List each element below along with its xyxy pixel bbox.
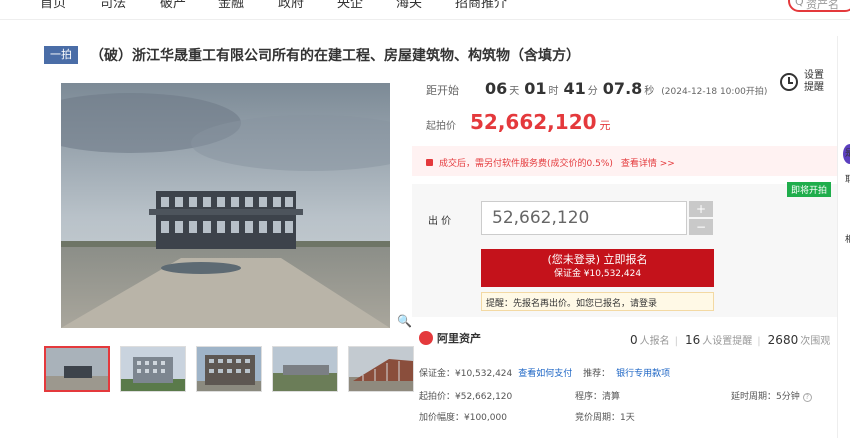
thumbnail-strip: [44, 346, 424, 392]
thumbnail[interactable]: [348, 346, 414, 392]
countdown-minutes-unit: 分: [587, 86, 598, 97]
login-hint: 提醒：先报名再出价。如您已报名，请登录: [481, 292, 714, 311]
nav-item-judicial[interactable]: 司法: [100, 0, 126, 11]
start-price: 起拍价 52,662,120 元: [426, 110, 611, 134]
view-count: 2680: [767, 333, 799, 347]
deposit-info: 保证金：¥10,532,424 查看如何支付 推荐： 银行专用款项: [419, 366, 670, 379]
recommend-label: 推荐：: [583, 369, 611, 379]
countdown-start-time: (2024-12-18 10:00开拍): [661, 87, 768, 97]
thumbnail[interactable]: [272, 346, 338, 392]
top-nav: 首页 司法 破产 金融 政府 央企 海关 招商推介 Q 资产名: [0, 0, 850, 20]
signup-count-label: 人报名: [639, 336, 670, 347]
alibaba-logo-icon: [419, 331, 433, 345]
auction-stats: 0 人报名 | 16 人设置提醒 | 2680 次围观: [630, 333, 831, 347]
countdown-hours: 01: [524, 79, 547, 98]
auction-title-row: 一拍 （破）浙江华晟重工有限公司所有的在建工程、房屋建筑物、构筑物（含填方）: [44, 46, 580, 64]
set-reminder-button[interactable]: 设置 提醒: [780, 70, 824, 94]
increase-bid-button[interactable]: +: [689, 201, 713, 217]
nav-item-investment[interactable]: 招商推介: [455, 0, 507, 11]
delay-info: 延时周期：5分钟?: [731, 389, 812, 402]
how-to-pay-link[interactable]: 查看如何支付: [518, 369, 572, 379]
start-price-unit: 元: [599, 119, 611, 132]
view-count-label: 次围观: [800, 336, 831, 347]
lock-icon: [426, 159, 433, 166]
bid-label: 出 价: [428, 216, 452, 227]
reminder-line1: 设置: [804, 70, 824, 81]
nav-item-home[interactable]: 首页: [40, 0, 66, 11]
search-icon: Q: [795, 0, 804, 8]
fee-notice-text: 成交后，需另付软件服务费(成交价的0.5%): [439, 159, 613, 169]
search-placeholder: 资产名: [806, 0, 839, 11]
procedure-info: 程序：清算: [575, 392, 621, 402]
search-input[interactable]: Q 资产名: [788, 0, 850, 12]
round-tag: 一拍: [44, 46, 78, 64]
countdown-minutes: 41: [563, 79, 586, 98]
platform-name: 阿里资产: [437, 332, 481, 345]
rail-char: 是: [845, 149, 850, 159]
nav-item-government[interactable]: 政府: [278, 0, 304, 11]
fee-notice: 成交后，需另付软件服务费(成交价的0.5%) 查看详情 >>: [412, 146, 837, 176]
start-price-label: 起拍价: [426, 121, 456, 132]
decrease-bid-button[interactable]: −: [689, 219, 713, 235]
rail-char: 相: [845, 235, 850, 245]
start-price-value: 52,662,120: [470, 110, 597, 134]
bid-panel: 即将开拍 出 价 52,662,120 + − (您未登录) 立即报名 保证金 …: [412, 182, 837, 317]
deposit-text: 保证金：¥10,532,424: [419, 369, 513, 379]
countdown-hours-unit: 时: [548, 86, 559, 97]
register-button[interactable]: (您未登录) 立即报名 保证金 ¥10,532,424: [481, 249, 714, 287]
thumbnail[interactable]: [120, 346, 186, 392]
delay-text: 延时周期：5分钟: [731, 392, 800, 402]
reminder-count-label: 人设置提醒: [702, 336, 753, 347]
building-photo: [61, 83, 390, 328]
help-icon[interactable]: ?: [802, 393, 812, 402]
status-badge: 即将开拍: [786, 182, 831, 197]
fee-details-link[interactable]: 查看详情 >>: [621, 159, 675, 169]
reminder-count: 16: [685, 333, 701, 347]
thumbnail[interactable]: [44, 346, 110, 392]
countdown-days-unit: 天: [509, 86, 520, 97]
register-button-label: (您未登录) 立即报名: [547, 253, 648, 266]
main-photo[interactable]: [61, 83, 390, 328]
cycle-info: 竞价周期：1天: [575, 413, 635, 423]
nav-item-finance[interactable]: 金融: [218, 0, 244, 11]
platform-brand: 阿里资产: [419, 330, 481, 346]
nav-item-soe[interactable]: 央企: [337, 0, 363, 11]
countdown-days: 06: [485, 79, 508, 98]
rail-char: 耶: [845, 175, 850, 185]
countdown-seconds-unit: 秒: [644, 86, 655, 97]
nav-item-bankruptcy[interactable]: 破产: [160, 0, 186, 11]
bid-amount-input[interactable]: 52,662,120: [481, 201, 687, 235]
auction-title: （破）浙江华晟重工有限公司所有的在建工程、房屋建筑物、构筑物（含填方）: [90, 48, 580, 64]
right-rail: 是 耶 相: [837, 36, 850, 438]
increment-info: 加价幅度：¥100,000: [419, 413, 507, 423]
countdown-label: 距开始: [426, 84, 459, 97]
nav-item-customs[interactable]: 海关: [396, 0, 422, 11]
start-price-info: 起拍价：¥52,662,120: [419, 392, 513, 402]
alarm-clock-icon: [780, 73, 798, 91]
bid-stepper: + −: [689, 201, 713, 235]
countdown-seconds: 07.8: [602, 79, 643, 98]
register-deposit-label: 保证金 ¥10,532,424: [553, 269, 642, 279]
signup-count: 0: [630, 333, 638, 347]
bank-funds-link[interactable]: 银行专用款项: [616, 369, 670, 379]
countdown: 距开始 06 天 01 时 41 分 07.8 秒 (2024-12-18 10…: [426, 79, 767, 98]
magnifier-icon[interactable]: 🔍: [397, 314, 412, 328]
reminder-line2: 提醒: [804, 82, 824, 93]
thumbnail[interactable]: [196, 346, 262, 392]
